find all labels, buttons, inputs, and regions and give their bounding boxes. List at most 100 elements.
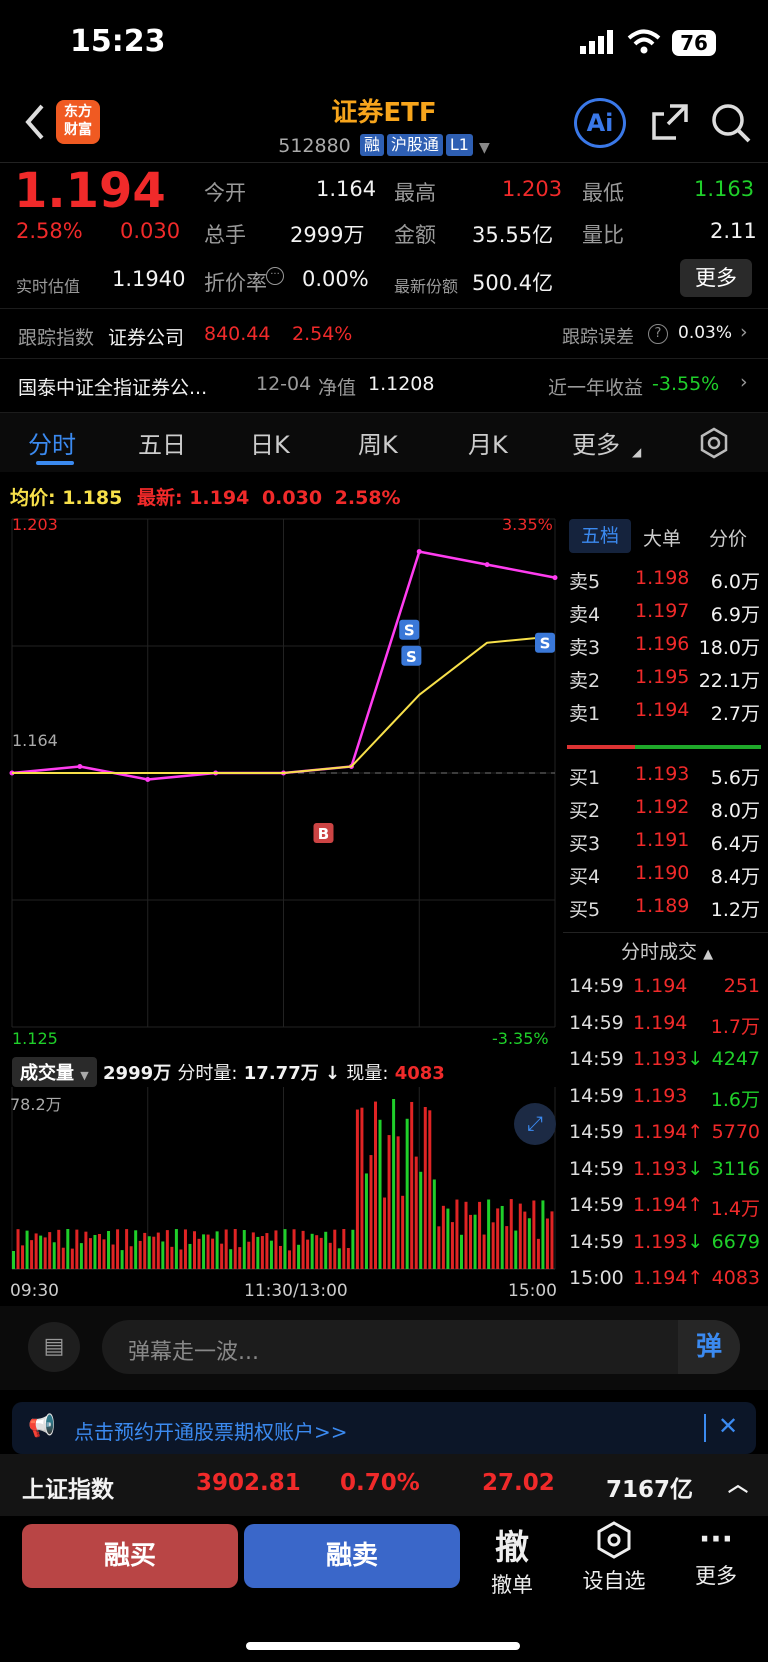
volume-bar	[333, 1229, 337, 1269]
volume-bar	[129, 1246, 133, 1269]
more-actions-button[interactable]: ··· 更多	[676, 1520, 756, 1590]
tracking-row[interactable]: 跟踪指数 证券公司 840.44 2.54% 跟踪误差 ? 0.03% ›	[0, 308, 768, 358]
volume-bar	[301, 1230, 305, 1269]
close-icon[interactable]: ✕	[718, 1412, 738, 1440]
tab-five-levels[interactable]: 五档	[569, 519, 631, 553]
volume-bar	[211, 1238, 215, 1269]
trade-row: 14:59 1.194 1.7万	[563, 1012, 768, 1046]
level-volume: 22.1万	[698, 670, 760, 692]
volume-bar	[496, 1208, 500, 1269]
year-return-value: -3.55%	[652, 373, 720, 395]
change-pct: 2.58%	[16, 219, 83, 243]
trade-direction: ↑	[687, 1194, 704, 1216]
tab-daily[interactable]: 日K	[250, 425, 290, 460]
chevron-up-icon[interactable]: ︿	[728, 1468, 748, 1497]
cancel-order-button[interactable]: 撤 撤单	[472, 1520, 552, 1599]
volume-bar	[43, 1237, 47, 1269]
ask-level[interactable]: 卖2 1.195 22.1万	[563, 666, 768, 700]
add-watchlist-button[interactable]: 设自选	[574, 1520, 654, 1595]
volume-bar	[206, 1234, 210, 1269]
marker-letter: S	[406, 648, 417, 666]
margin-buy-button[interactable]: 融买	[22, 1524, 238, 1588]
volume-chart[interactable]	[0, 1087, 563, 1277]
volume-bar	[220, 1243, 224, 1269]
bid-level[interactable]: 买3 1.191 6.4万	[563, 829, 768, 863]
volume-bar	[401, 1195, 405, 1269]
volume-bar	[256, 1236, 260, 1269]
margin-sell-button[interactable]: 融卖	[244, 1524, 460, 1588]
ask-level[interactable]: 卖3 1.196 18.0万	[563, 633, 768, 667]
volume-selector[interactable]: 成交量 ▼	[12, 1057, 97, 1087]
danmu-send-button[interactable]: 弹	[678, 1320, 740, 1374]
fund-row[interactable]: 国泰中证全指证券公... 12-04 净值 1.1208 近一年收益 -3.55…	[0, 358, 768, 408]
volume-bar	[247, 1241, 251, 1269]
volume-bar	[428, 1110, 432, 1269]
volume-bar	[351, 1229, 355, 1269]
volume-bar	[188, 1243, 192, 1269]
volume-bar	[161, 1241, 165, 1269]
volume-bar	[179, 1249, 183, 1269]
search-icon[interactable]	[710, 102, 752, 144]
help-icon[interactable]: ?	[648, 324, 668, 344]
bid-level[interactable]: 买2 1.192 8.0万	[563, 796, 768, 830]
axis-top-pct: 3.35%	[502, 515, 553, 534]
tab-price-dist[interactable]: 分价	[709, 524, 747, 551]
tracking-label: 跟踪指数	[18, 327, 95, 349]
volume-header: 成交量 ▼ 2999万 分时量: 17.77万 ↓ 现量: 4083	[12, 1057, 445, 1087]
tab-intraday[interactable]: 分时	[28, 425, 76, 460]
index-ticker[interactable]: 上证指数 3902.81 0.70% 27.02 7167亿 ︿	[0, 1454, 768, 1516]
index-amount: 7167亿	[606, 1477, 694, 1503]
more-button[interactable]: 更多	[680, 259, 752, 297]
level-volume: 2.7万	[710, 703, 760, 725]
volume-bar	[143, 1232, 147, 1269]
volume-label: 总手	[204, 223, 246, 247]
info-icon[interactable]: ···	[266, 267, 284, 285]
tab-weekly[interactable]: 周K	[358, 425, 398, 460]
promo-banner[interactable]: 📢 点击预约开通股票期权账户>> ✕	[12, 1402, 756, 1454]
bid-level[interactable]: 买5 1.189 1.2万	[563, 895, 768, 929]
bid-level[interactable]: 买1 1.193 5.6万	[563, 763, 768, 797]
gear-icon[interactable]	[698, 427, 730, 459]
danmu-input[interactable]: 弹幕走一波... 弹	[102, 1320, 740, 1374]
tab-more[interactable]: 更多	[572, 425, 620, 460]
volume-bar	[473, 1214, 477, 1269]
level-price: 1.198	[635, 567, 690, 589]
expand-icon[interactable]: ⤢	[514, 1103, 556, 1145]
dropdown-icon[interactable]: ▼	[479, 140, 490, 156]
level-price: 1.196	[635, 633, 690, 655]
volume-bar	[355, 1109, 359, 1269]
volume-bar	[202, 1234, 206, 1269]
trade-price: 1.194↑	[633, 1121, 704, 1143]
nav-date: 12-04	[256, 373, 312, 395]
volume-bar	[550, 1211, 554, 1269]
volume-bar	[138, 1240, 142, 1269]
avg-label: 均价:	[10, 487, 56, 509]
ask-level[interactable]: 卖1 1.194 2.7万	[563, 699, 768, 733]
amount-label: 金额	[394, 223, 436, 247]
tab-big-orders[interactable]: 大单	[643, 524, 681, 551]
ask-level[interactable]: 卖4 1.197 6.9万	[563, 600, 768, 634]
volume-bar	[297, 1244, 301, 1269]
volume-bar	[25, 1230, 29, 1269]
volume-bar	[441, 1205, 445, 1269]
share-icon[interactable]	[650, 102, 690, 142]
danmu-list-icon[interactable]: ▤	[28, 1322, 80, 1372]
level-price: 1.193	[635, 763, 690, 785]
intraday-chart-area: 均价: 1.185 最新: 1.194 0.030 2.58% BSSS 1.2…	[0, 475, 768, 1305]
ai-button[interactable]: Ai	[574, 98, 626, 148]
volume-bar	[500, 1205, 504, 1269]
volume-bar	[383, 1197, 387, 1269]
tab-monthly[interactable]: 月K	[468, 425, 508, 460]
price-chart[interactable]: BSSS	[0, 511, 563, 1055]
trades-title[interactable]: 分时成交 ▲	[621, 937, 713, 964]
amount-value: 35.55亿	[472, 223, 554, 247]
trade-volume: 1.6万	[710, 1088, 760, 1111]
tab-5day[interactable]: 五日	[138, 425, 186, 460]
cancel-icon: 撤	[495, 1528, 529, 1568]
volume-bar	[518, 1203, 522, 1269]
volume-bar	[70, 1248, 74, 1269]
ask-level[interactable]: 卖5 1.198 6.0万	[563, 567, 768, 601]
marker-letter: B	[318, 825, 329, 843]
volume-bar	[174, 1229, 178, 1269]
bid-level[interactable]: 买4 1.190 8.4万	[563, 862, 768, 896]
